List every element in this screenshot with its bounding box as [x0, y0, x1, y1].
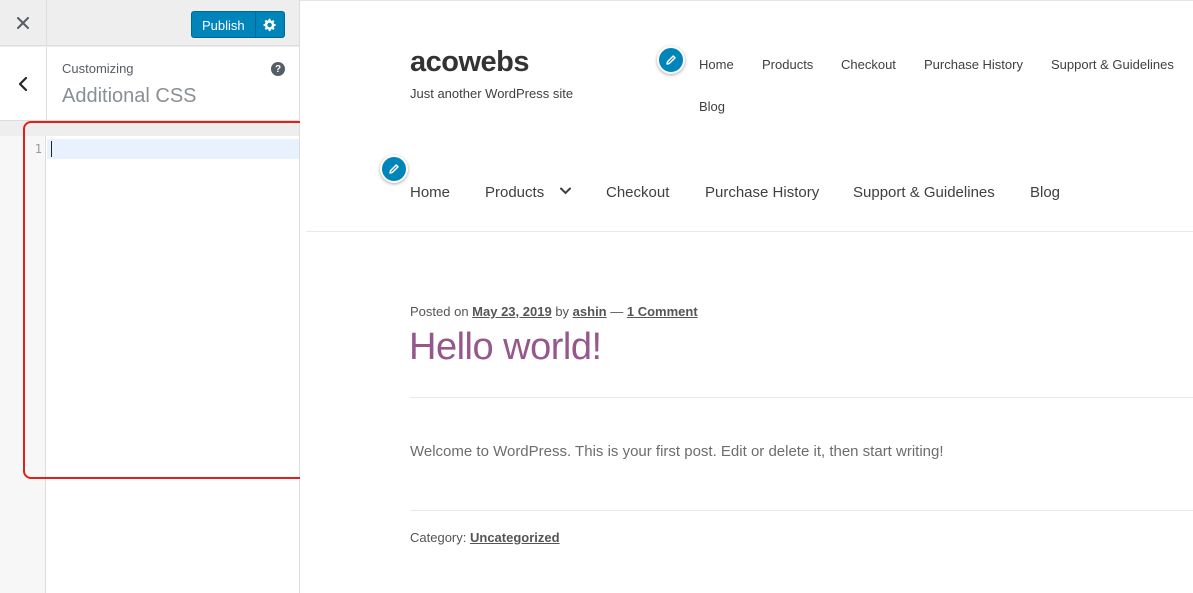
- gear-icon: [263, 18, 276, 31]
- publish-button[interactable]: Publish: [191, 11, 255, 38]
- site-preview: acowebs Just another WordPress site Home…: [300, 0, 1193, 593]
- section-title: Additional CSS: [62, 85, 197, 107]
- post-title-divider: [410, 397, 1193, 398]
- primary-nav-products[interactable]: Products: [485, 184, 544, 201]
- post-author-link[interactable]: ashin: [573, 304, 607, 319]
- edit-primary-menu-button[interactable]: [380, 155, 408, 183]
- category-label: Category:: [410, 530, 467, 545]
- post-title[interactable]: Hello world!: [409, 326, 602, 369]
- by-label: by: [555, 304, 570, 319]
- site-description: Just another WordPress site: [410, 86, 574, 101]
- post-meta: Posted on May 23, 2019 by ashin — 1 Comm…: [410, 304, 698, 319]
- css-code-editor[interactable]: 1: [0, 136, 299, 593]
- post-content: Welcome to WordPress. This is your first…: [410, 443, 944, 460]
- secondary-nav-checkout[interactable]: Checkout: [841, 57, 896, 72]
- post-date-link[interactable]: May 23, 2019: [472, 304, 552, 319]
- pencil-icon: [389, 164, 399, 174]
- section-header: Customizing Additional CSS ?: [0, 47, 299, 121]
- category-link[interactable]: Uncategorized: [470, 530, 560, 545]
- primary-nav-blog[interactable]: Blog: [1030, 184, 1060, 201]
- secondary-nav-home[interactable]: Home: [699, 57, 734, 72]
- secondary-nav-support[interactable]: Support & Guidelines: [1051, 57, 1174, 72]
- header-divider: [306, 231, 1193, 232]
- close-customizer-button[interactable]: [0, 0, 47, 46]
- primary-nav-checkout[interactable]: Checkout: [606, 184, 669, 201]
- publish-controls: Publish: [191, 11, 285, 38]
- posted-on-label: Posted on: [410, 304, 469, 319]
- chevron-left-icon: [18, 77, 28, 91]
- section-spacer: [0, 122, 299, 136]
- post-category: Category: Uncategorized: [410, 530, 560, 545]
- publish-settings-button[interactable]: [254, 11, 285, 38]
- chevron-down-icon[interactable]: [560, 187, 571, 195]
- edit-secondary-menu-button[interactable]: [657, 46, 685, 74]
- pencil-icon: [666, 55, 676, 65]
- customizer-sidebar: Publish Customizing Additional CSS ? 1: [0, 0, 307, 593]
- css-code-input[interactable]: [47, 136, 299, 593]
- primary-nav-support[interactable]: Support & Guidelines: [853, 184, 995, 201]
- secondary-nav-products[interactable]: Products: [762, 57, 813, 72]
- primary-nav-home[interactable]: Home: [410, 184, 450, 201]
- meta-separator: —: [610, 304, 624, 319]
- line-number-gutter: 1: [0, 136, 46, 593]
- site-title[interactable]: acowebs: [410, 46, 530, 79]
- primary-nav-purchase-history[interactable]: Purchase History: [705, 184, 819, 201]
- secondary-nav-blog[interactable]: Blog: [699, 99, 725, 114]
- post-footer-divider: [410, 510, 1193, 511]
- secondary-nav-purchase-history[interactable]: Purchase History: [924, 57, 1023, 72]
- close-icon: [17, 17, 29, 29]
- post-comments-link[interactable]: 1 Comment: [627, 304, 698, 319]
- customizing-label: Customizing: [62, 61, 134, 76]
- help-icon[interactable]: ?: [271, 62, 285, 76]
- customizer-header: Publish: [0, 0, 299, 46]
- back-button[interactable]: [0, 47, 47, 121]
- line-number: 1: [34, 142, 42, 156]
